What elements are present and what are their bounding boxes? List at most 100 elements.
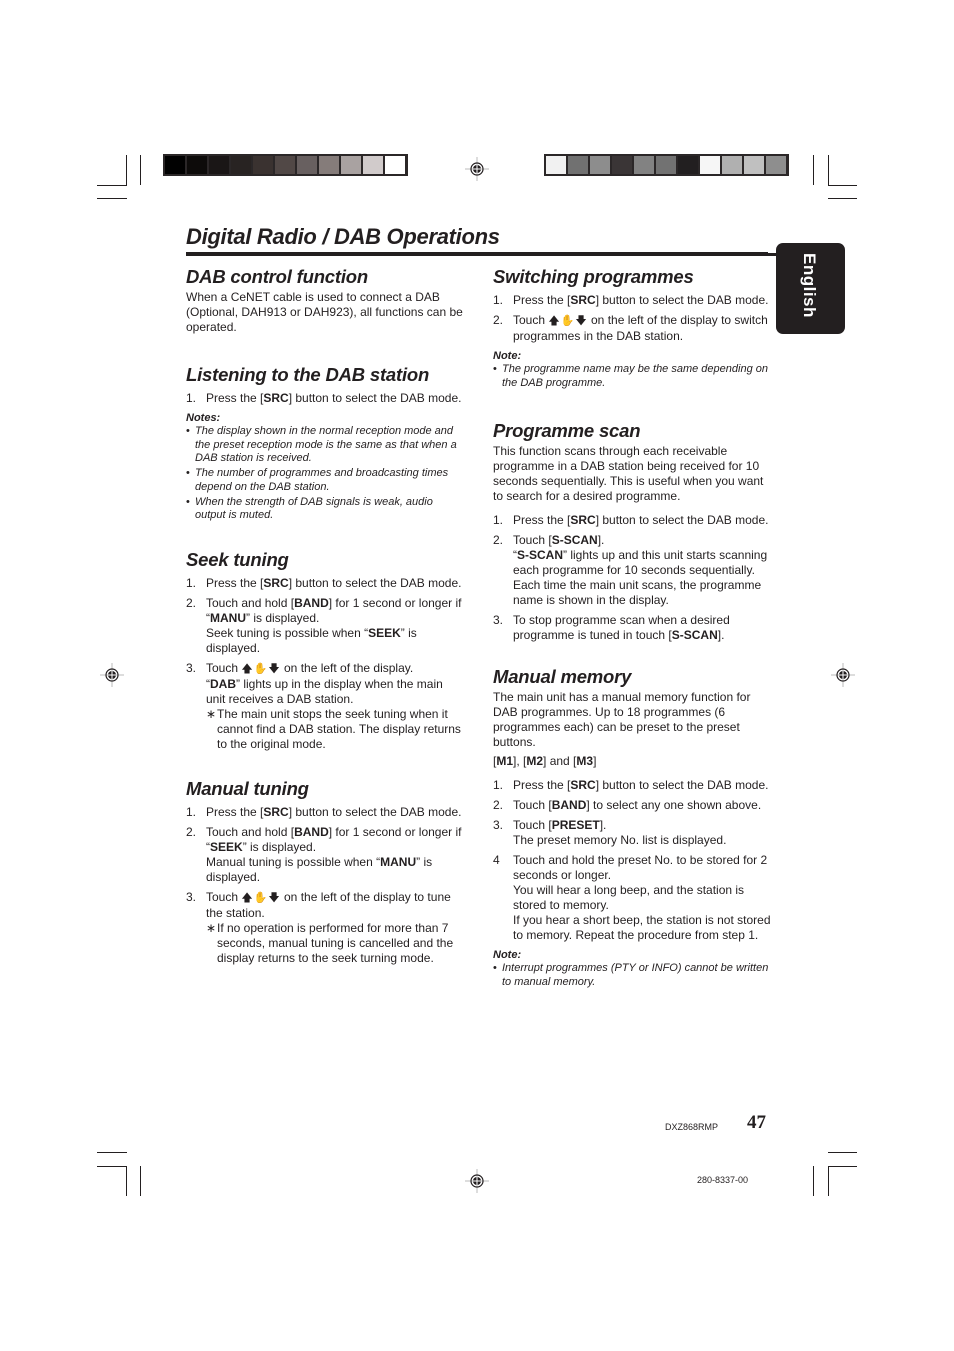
note-heading: Note:	[493, 949, 522, 961]
color-swatch	[165, 156, 185, 174]
button-name: SRC	[570, 778, 596, 792]
section-programme-scan: Programme scan This function scans throu…	[493, 420, 771, 643]
section-body: When a CeNET cable is used to connect a …	[186, 290, 463, 334]
section-switching-programmes: Switching programmes 1. Press the [SRC] b…	[493, 266, 771, 390]
step-number: 3.	[493, 818, 504, 832]
note-item: • When the strength of DAB signals is wea…	[186, 495, 433, 522]
button-name: PRESET	[551, 818, 600, 832]
step: 3. Touch [PRESET]. The preset memory No. l…	[493, 818, 771, 848]
registration-mark-icon	[465, 1169, 489, 1193]
step-number: 1.	[186, 804, 197, 819]
step-text: Touch	[513, 313, 549, 327]
color-swatch	[546, 156, 566, 174]
color-swatch	[363, 156, 383, 174]
section-body: This function scans through each receiva…	[493, 444, 764, 503]
color-swatch	[722, 156, 742, 174]
button-name: SRC	[263, 391, 289, 405]
crop-mark	[828, 1166, 829, 1196]
color-calibration-bar-right	[544, 154, 789, 176]
step: 1. Press the [SRC] button to select the D…	[493, 778, 771, 793]
step-text: Press the [	[206, 804, 264, 819]
step-text: Press the [	[513, 778, 571, 792]
color-swatch	[253, 156, 273, 174]
crop-mark	[97, 198, 127, 199]
note-item: • The display shown in the normal recepti…	[186, 425, 457, 464]
crop-mark	[828, 155, 829, 185]
step-text: ] button to select the DAB mode.	[595, 513, 769, 527]
step-text: Touch and hold [	[206, 824, 295, 839]
display-indicator: MANU	[210, 610, 246, 625]
step-text: Press the [	[513, 513, 571, 527]
button-name: BAND	[294, 824, 329, 839]
crop-mark	[813, 1166, 814, 1196]
button-name: SRC	[570, 293, 596, 307]
note-item: • The programme name may be the same depe…	[493, 363, 768, 389]
step-number: 2.	[493, 798, 504, 812]
section-heading: Switching programmes	[493, 266, 694, 287]
color-swatch	[319, 156, 339, 174]
sub-note: ∗ If no operation is performed for more t…	[206, 920, 454, 965]
color-swatch	[634, 156, 654, 174]
step-text: Each time the main unit scans, the progr…	[513, 578, 762, 607]
band-m1: M1	[496, 754, 514, 768]
band-m3: M3	[576, 754, 594, 768]
bracket: ]	[593, 754, 597, 768]
step-text: The preset memory No. list is displayed.	[513, 833, 727, 847]
left-column: DAB control function When a CeNET cable …	[186, 266, 464, 971]
crop-mark	[97, 185, 127, 186]
step: 2. Touch and hold [BAND] for 1 second or …	[186, 596, 464, 656]
step-text: ] button to select the DAB mode.	[595, 778, 769, 792]
step-text: ] button to select the DAB mode.	[288, 391, 462, 405]
color-swatch	[678, 156, 698, 174]
step-text: ” is displayed.	[242, 839, 317, 854]
step: 1. Press the [SRC] button to select the D…	[186, 805, 464, 820]
note-text: The programme name may be the same depen…	[502, 363, 768, 389]
color-swatch	[187, 156, 207, 174]
section-manual-tuning: Manual tuning 1. Press the [SRC] button t…	[186, 778, 464, 966]
page-title: Digital Radio / DAB Operations	[186, 224, 500, 249]
color-swatch	[385, 156, 405, 174]
step-number: 3.	[493, 613, 504, 627]
color-swatch	[568, 156, 588, 174]
display-indicator: DAB	[210, 676, 236, 691]
part-number: 280-8337-00	[697, 1175, 749, 1185]
button-name: SRC	[570, 513, 596, 527]
step-text: Touch [	[513, 818, 552, 832]
step-number: 2.	[493, 533, 504, 547]
right-column: Switching programmes 1. Press the [SRC] b…	[493, 266, 771, 991]
step-number: 4	[493, 853, 500, 867]
step: 3. To stop programme scan when a desired …	[493, 613, 771, 643]
step-text: Press the [	[206, 575, 264, 590]
step: 1. Press the [SRC] button to select the D…	[186, 576, 464, 591]
up-hand-down-icon: 🡅✋🡇	[241, 662, 281, 675]
step-text: Manual tuning is possible when “	[206, 854, 381, 869]
section-heading: Seek tuning	[186, 548, 289, 570]
up-hand-down-icon: 🡅✋🡇	[548, 315, 588, 327]
step: 2. Touch [S-SCAN]. “S-SCAN” lights up and …	[493, 533, 771, 608]
step-text: Touch [	[513, 798, 552, 812]
step-text: Touch and hold the preset No. to be stor…	[513, 853, 768, 882]
color-swatch	[744, 156, 764, 174]
button-name: SRC	[263, 575, 289, 590]
step: 1. Press the [SRC] button to select the D…	[493, 293, 771, 308]
step: 2. Touch [BAND] to select any one shown a…	[493, 798, 771, 813]
step-number: 3.	[186, 889, 197, 904]
registration-mark-icon	[465, 157, 489, 181]
page-number: 47	[747, 1112, 766, 1133]
step-number: 2.	[493, 313, 504, 327]
crop-mark	[828, 198, 857, 199]
color-calibration-bar-left	[163, 154, 408, 176]
color-swatch	[231, 156, 251, 174]
step-text: ].	[597, 533, 605, 547]
step-text: on the left of the display.	[280, 660, 414, 675]
step-number: 2.	[186, 824, 197, 839]
step-text: Touch	[206, 660, 242, 675]
step-text: ] button to select the DAB mode.	[288, 804, 462, 819]
language-tab: English	[776, 243, 845, 334]
separator: ] and [	[543, 754, 577, 768]
sub-note: ∗ The main unit stops the seek tuning whe…	[206, 706, 461, 751]
step-number: 1.	[493, 293, 504, 307]
step: 1. Press the [SRC] button to select the D…	[186, 391, 464, 406]
step-number: 1.	[493, 778, 504, 792]
separator: ], [	[513, 754, 527, 768]
